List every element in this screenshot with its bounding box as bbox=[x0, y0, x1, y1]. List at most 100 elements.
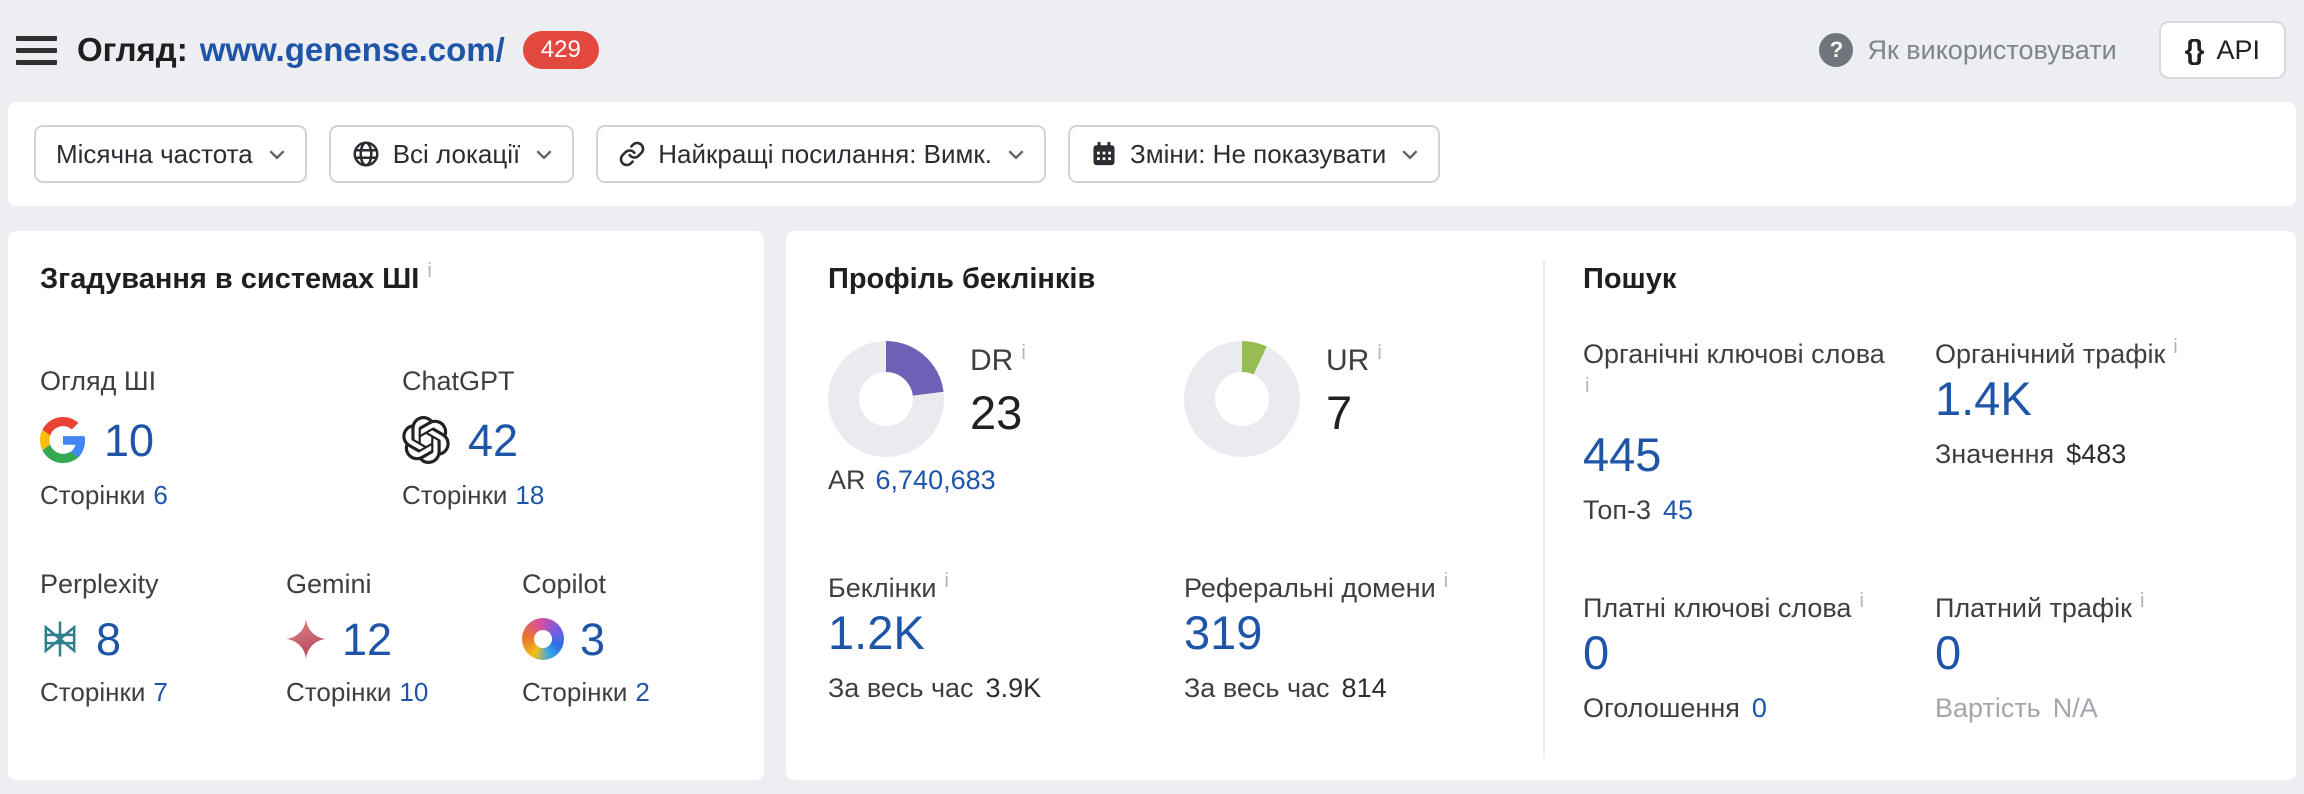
metric-subline: За весь час 3.9K bbox=[828, 673, 1042, 703]
hamburger-menu-icon[interactable] bbox=[16, 29, 57, 72]
locations-dropdown[interactable]: Всі локації bbox=[328, 125, 575, 183]
top-bar: Огляд: www.genense.com/ 429 ? Як викорис… bbox=[0, 0, 2304, 100]
ref-domains-count[interactable]: 319 bbox=[1184, 606, 1262, 659]
locations-dropdown-label: Всі локації bbox=[392, 138, 521, 169]
chevron-down-icon bbox=[1008, 149, 1024, 160]
ai-item-chatgpt: ChatGPT 42 Сторінки 18 bbox=[402, 364, 764, 511]
ar-label: AR bbox=[828, 465, 866, 495]
ur-group: UR i 7 bbox=[1184, 341, 1540, 457]
link-icon bbox=[620, 141, 645, 167]
pages-line: Сторінки 18 bbox=[402, 480, 545, 510]
page-title-label: Огляд: bbox=[77, 30, 188, 68]
changes-dropdown-label: Зміни: Не показувати bbox=[1130, 138, 1387, 169]
metric-subline: Топ-3 45 bbox=[1583, 495, 1694, 525]
pages-line: Сторінки 10 bbox=[286, 677, 429, 707]
pages-count-link[interactable]: 6 bbox=[153, 480, 167, 510]
ai-item-perplexity: Perplexity 8 Сторінки 7 bbox=[40, 567, 286, 708]
info-icon[interactable]: i bbox=[2173, 336, 2177, 358]
info-icon[interactable]: i bbox=[2140, 590, 2144, 612]
cards-row: Згадування в системах ШІ i Огляд ШІ 10 Ст… bbox=[8, 231, 2296, 780]
metric-label: Платний трафік i bbox=[1935, 590, 2145, 623]
ai-item-label: ChatGPT bbox=[402, 366, 515, 396]
api-button[interactable]: {} API bbox=[2158, 21, 2286, 79]
best-links-dropdown[interactable]: Найкращі посилання: Вимк. bbox=[596, 125, 1046, 183]
gemini-count[interactable]: 12 bbox=[342, 617, 392, 662]
metric-subline: За весь час 814 bbox=[1184, 673, 1387, 703]
globe-icon bbox=[353, 141, 379, 167]
backlink-profile-title: Профіль беклінків bbox=[828, 263, 1096, 295]
pages-count-link[interactable]: 18 bbox=[515, 480, 544, 510]
metric-organic-traffic: Органічний трафік i 1.4K Значення $483 bbox=[1935, 337, 2287, 527]
pages-line: Сторінки 7 bbox=[40, 677, 168, 707]
braces-icon: {} bbox=[2184, 34, 2205, 65]
ai-item-label: Copilot bbox=[522, 569, 607, 599]
info-icon[interactable]: i bbox=[944, 570, 948, 592]
info-icon[interactable]: i bbox=[1859, 590, 1863, 612]
ur-label: UR i bbox=[1326, 342, 1382, 377]
pages-line: Сторінки 2 bbox=[522, 677, 650, 707]
pages-count-link[interactable]: 7 bbox=[153, 677, 167, 707]
metric-subline: Значення $483 bbox=[1935, 439, 2127, 469]
changes-dropdown[interactable]: Зміни: Не показувати bbox=[1068, 125, 1441, 183]
metric-label: Органічні ключові слова i bbox=[1583, 337, 1935, 401]
backlinks-count[interactable]: 1.2K bbox=[828, 606, 925, 659]
dr-label: DR i bbox=[970, 342, 1026, 377]
ads-count-link[interactable]: 0 bbox=[1752, 693, 1767, 723]
ai-item-label: Gemini bbox=[286, 569, 372, 599]
pages-count-link[interactable]: 10 bbox=[399, 677, 428, 707]
ar-value-link[interactable]: 6,740,683 bbox=[876, 465, 996, 495]
frequency-dropdown[interactable]: Місячна частота bbox=[34, 125, 307, 183]
perplexity-icon bbox=[44, 621, 76, 657]
metric-paid-keywords: Платні ключові слова i 0 Оголошення 0 bbox=[1583, 591, 1935, 725]
search-title: Пошук bbox=[1583, 263, 1677, 295]
metric-paid-traffic: Платний трафік i 0 Вартість N/A bbox=[1935, 591, 2287, 725]
copilot-icon bbox=[522, 618, 564, 660]
metric-label: Беклінки i bbox=[828, 570, 949, 603]
backlinks-search-card: Профіль беклінків DR i 23 UR i 7 AR 6,74… bbox=[786, 231, 2296, 780]
organic-keywords-count[interactable]: 445 bbox=[1583, 428, 1661, 481]
metric-ref-domains: Реферальні домени i 319 За весь час 814 bbox=[1184, 571, 1540, 705]
info-icon[interactable]: i bbox=[1377, 342, 1381, 364]
chatgpt-icon bbox=[402, 416, 450, 464]
paid-keywords-count[interactable]: 0 bbox=[1583, 626, 1609, 679]
gemini-icon bbox=[286, 619, 326, 659]
backlinks-metrics-row: Беклінки i 1.2K За весь час 3.9K Реферальн… bbox=[828, 571, 1543, 705]
domain-link[interactable]: www.genense.com/ bbox=[200, 31, 505, 69]
best-links-dropdown-label: Найкращі посилання: Вимк. bbox=[658, 138, 992, 169]
how-to-use-label: Як використовувати bbox=[1867, 34, 2117, 65]
search-row-2: Платні ключові слова i 0 Оголошення 0 Плат… bbox=[1583, 591, 2296, 725]
dr-donut-chart bbox=[828, 341, 944, 457]
organic-traffic-count[interactable]: 1.4K bbox=[1935, 372, 2032, 425]
paid-traffic-count[interactable]: 0 bbox=[1935, 626, 1961, 679]
info-icon[interactable]: i bbox=[1444, 570, 1448, 592]
ai-item-ai-overview: Огляд ШІ 10 Сторінки 6 bbox=[40, 364, 402, 511]
how-to-use-link[interactable]: ? Як використовувати bbox=[1819, 33, 2117, 67]
backlink-profile-section: Профіль беклінків DR i 23 UR i 7 AR 6,74… bbox=[786, 261, 1543, 780]
ai-overview-count[interactable]: 10 bbox=[104, 418, 154, 463]
question-icon: ? bbox=[1819, 33, 1854, 67]
info-icon[interactable]: i bbox=[1021, 342, 1025, 364]
page-title: Огляд: www.genense.com/ 429 bbox=[77, 30, 599, 70]
dr-value: 23 bbox=[970, 386, 1023, 439]
ur-donut-chart bbox=[1184, 341, 1300, 457]
pages-line: Сторінки 6 bbox=[40, 480, 168, 510]
frequency-dropdown-label: Місячна частота bbox=[56, 138, 253, 169]
info-icon[interactable]: i bbox=[1585, 371, 1935, 401]
info-icon[interactable]: i bbox=[427, 260, 431, 282]
top-bar-left: Огляд: www.genense.com/ 429 bbox=[16, 29, 599, 72]
copilot-count[interactable]: 3 bbox=[580, 617, 605, 662]
metric-label: Реферальні домени i bbox=[1184, 570, 1449, 603]
ai-mentions-title: Згадування в системах ШІ i bbox=[40, 260, 432, 295]
chevron-down-icon bbox=[536, 149, 552, 160]
chevron-down-icon bbox=[1402, 149, 1418, 160]
pages-count-link[interactable]: 2 bbox=[635, 677, 649, 707]
metric-label: Платні ключові слова i bbox=[1583, 590, 1864, 623]
metric-backlinks: Беклінки i 1.2K За весь час 3.9K bbox=[828, 571, 1184, 705]
google-icon bbox=[40, 417, 86, 463]
chatgpt-count[interactable]: 42 bbox=[468, 418, 518, 463]
perplexity-count[interactable]: 8 bbox=[96, 617, 121, 662]
top3-count-link[interactable]: 45 bbox=[1663, 495, 1693, 525]
ai-item-label: Perplexity bbox=[40, 569, 159, 599]
ai-item-gemini: Gemini 12 Сторінки 10 bbox=[286, 567, 522, 708]
ai-mentions-row-1: Огляд ШІ 10 Сторінки 6 ChatGPT 42 Сторін… bbox=[40, 364, 764, 511]
